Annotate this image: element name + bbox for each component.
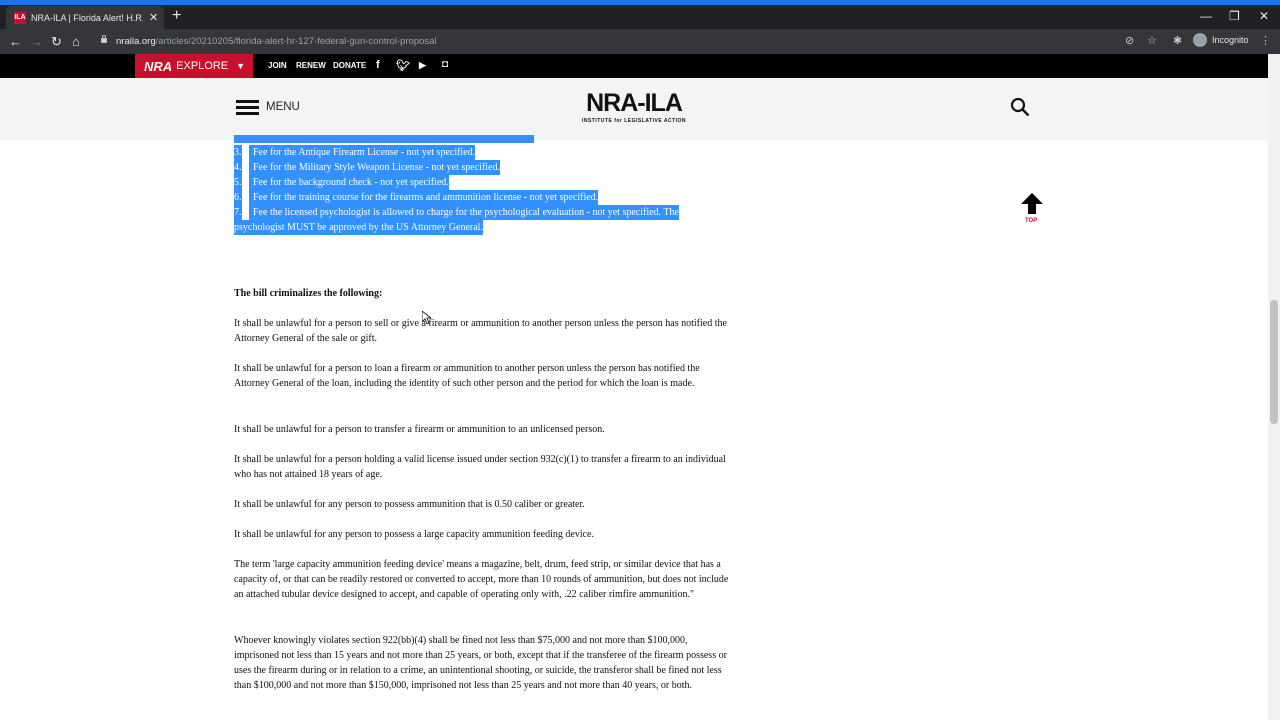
browser-menu-icon[interactable]: ⋮ xyxy=(1260,34,1271,47)
renew-link[interactable]: RENEW xyxy=(296,61,326,70)
list-text: Fee the licensed psychologist is allowed… xyxy=(249,205,679,220)
paragraph: Whoever knowingly violates section 922(b… xyxy=(234,635,727,691)
top-label: TOP xyxy=(1025,218,1038,224)
twitter-icon[interactable]: 🐦︎ xyxy=(396,59,410,72)
incognito-icon xyxy=(1193,33,1207,47)
paragraph: It shall be unlawful for a person to sel… xyxy=(234,318,727,344)
tab-title: NRA-ILA | Florida Alert! H.R. 127 xyxy=(31,12,143,23)
section-heading: The bill criminalizes the following: xyxy=(234,288,383,299)
tab-bar: ILA NRA-ILA | Florida Alert! H.R. 127 ✕ … xyxy=(0,5,1280,29)
nra-favicon-icon: ILA xyxy=(14,11,26,24)
tab-close-icon[interactable]: ✕ xyxy=(149,11,158,24)
forward-icon[interactable]: → xyxy=(30,34,43,49)
url-field[interactable]: nraila.org/articles/20210205/florida-ale… xyxy=(116,36,437,47)
incognito-indicator[interactable]: Incognito xyxy=(1193,33,1249,47)
browser-tab[interactable]: ILA NRA-ILA | Florida Alert! H.R. 127 ✕ xyxy=(6,6,164,29)
back-icon[interactable]: ← xyxy=(9,34,22,49)
explore-label: EXPLORE xyxy=(176,60,229,72)
incognito-label: Incognito xyxy=(1212,35,1249,45)
youtube-icon[interactable]: ▶ xyxy=(419,60,426,71)
paragraph: It shall be unlawful for a person to loa… xyxy=(234,363,700,389)
list-text: Fee for the Military Style Weapon Licens… xyxy=(249,160,500,175)
url-path: /articles/20210205/florida-alert-hr-127-… xyxy=(155,36,437,47)
list-number: 5. xyxy=(234,175,242,190)
extensions-icon[interactable]: ✱ xyxy=(1173,34,1182,47)
new-tab-icon[interactable]: + xyxy=(172,7,181,25)
list-number: 6. xyxy=(234,190,242,205)
bookmark-star-icon[interactable]: ☆ xyxy=(1147,34,1157,47)
paragraph: It shall be unlawful for any person to p… xyxy=(234,499,585,510)
instagram-icon[interactable]: ◘ xyxy=(442,59,448,70)
paragraph: It shall be unlawful for a person to tra… xyxy=(234,424,605,435)
paragraph: The term 'large capacity ammunition feed… xyxy=(234,559,729,600)
back-to-top-button[interactable]: TOP xyxy=(1020,193,1044,227)
scrollbar-thumb[interactable] xyxy=(1270,300,1278,424)
selected-row-clipped xyxy=(234,135,534,143)
page-scrollbar[interactable] xyxy=(1268,54,1280,720)
reload-icon[interactable]: ↻ xyxy=(51,34,62,50)
url-domain: nraila.org xyxy=(116,36,156,47)
list-number: 4. xyxy=(234,160,242,175)
tracking-blocked-icon[interactable]: ⊘ xyxy=(1125,34,1134,47)
restore-icon[interactable]: ❐ xyxy=(1229,9,1240,23)
lock-icon[interactable] xyxy=(101,35,107,43)
nra-utility-bar: NRA EXPLORE ▼ JOIN RENEW DONATE f 🐦︎ ▶ ◘ xyxy=(0,54,1280,78)
facebook-icon[interactable]: f xyxy=(376,59,380,71)
donate-link[interactable]: DONATE xyxy=(333,61,366,70)
logo-sub: INSTITUTE for LEGISLATIVE ACTION xyxy=(581,118,687,124)
logo-main: NRA-ILA xyxy=(586,89,683,117)
address-bar: ← → ↻ ⌂ nraila.org/articles/20210205/flo… xyxy=(0,29,1280,54)
home-icon[interactable]: ⌂ xyxy=(72,34,80,49)
chevron-down-icon: ▼ xyxy=(236,61,246,71)
search-icon[interactable] xyxy=(1010,97,1030,117)
minimize-icon[interactable]: — xyxy=(1200,9,1212,23)
list-number: 7. xyxy=(234,205,242,220)
site-header: MENU NRA-ILA INSTITUTE for LEGISLATIVE A… xyxy=(0,78,1268,140)
explore-brand: NRA xyxy=(144,58,173,74)
menu-label[interactable]: MENU xyxy=(266,101,300,113)
list-text: Fee for the background check - not yet s… xyxy=(249,175,449,190)
list-text: Fee for the training course for the fire… xyxy=(249,190,599,205)
nra-explore-button[interactable]: NRA EXPLORE ▼ xyxy=(135,54,253,78)
hamburger-menu-icon[interactable] xyxy=(236,100,259,116)
list-text: psychologist MUST be approved by the US … xyxy=(234,220,483,235)
nra-ila-logo[interactable]: NRA-ILA INSTITUTE for LEGISLATIVE ACTION xyxy=(574,89,694,125)
paragraph: It shall be unlawful for a person holdin… xyxy=(234,454,726,480)
list-number: 3. xyxy=(234,145,242,160)
mouse-cursor-icon xyxy=(422,311,431,325)
window-close-icon[interactable]: ✕ xyxy=(1259,9,1269,23)
join-link[interactable]: JOIN xyxy=(268,61,287,70)
paragraph: It shall be unlawful for any person to p… xyxy=(234,529,594,540)
list-text: Fee for the Antique Firearm License - no… xyxy=(249,145,476,160)
